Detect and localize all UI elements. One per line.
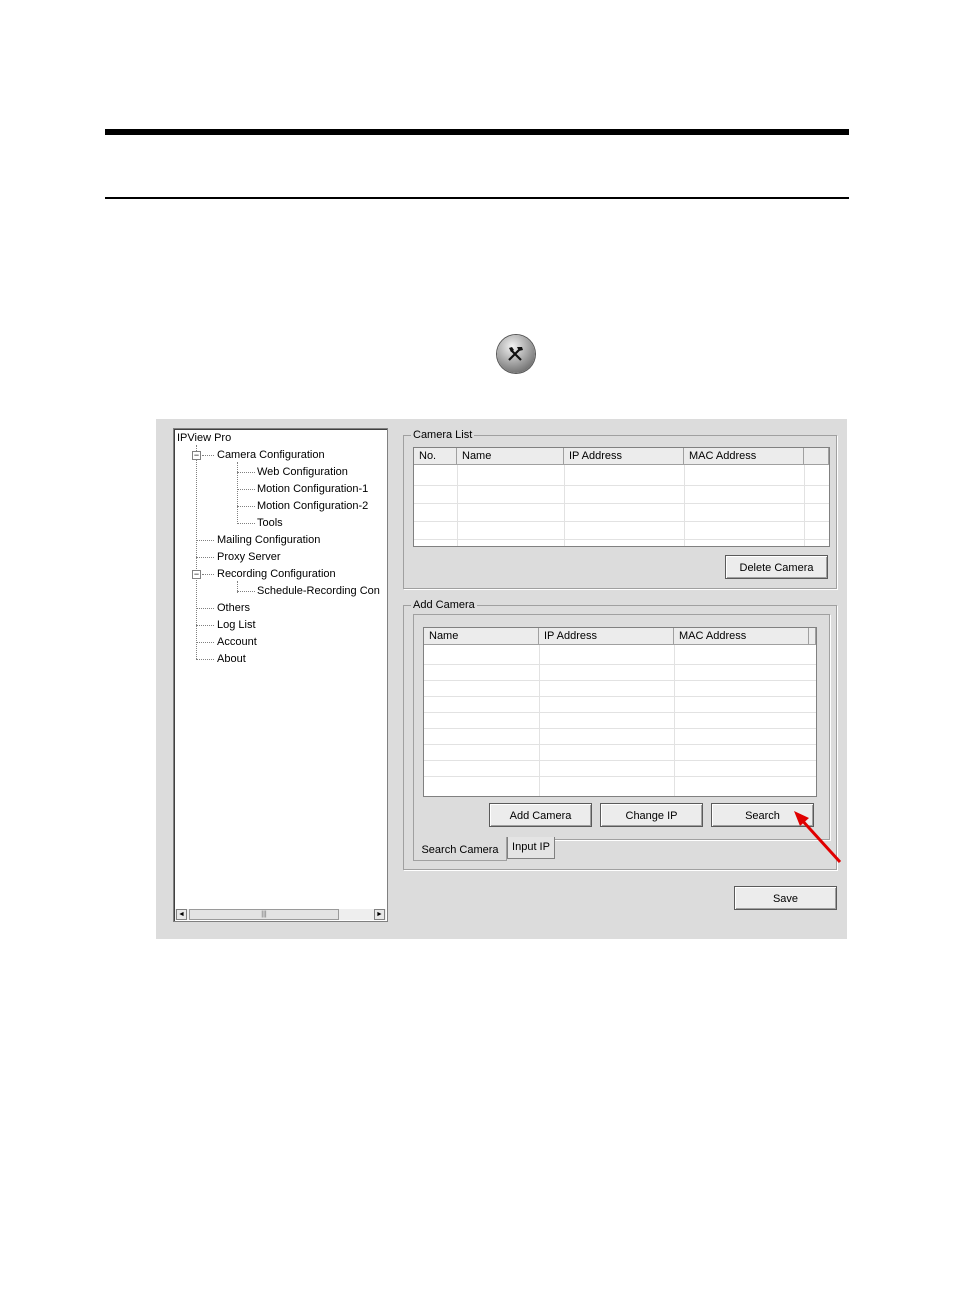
tree-connector (202, 455, 214, 456)
tree-connector (237, 523, 255, 524)
tree-connector (196, 625, 214, 626)
tree-item-log-list[interactable]: Log List (217, 619, 256, 632)
column-header-name[interactable]: Name (457, 448, 564, 465)
camera-list-table[interactable]: No. Name IP Address MAC Address (413, 447, 830, 547)
grid-line (424, 664, 816, 665)
tree-item-account[interactable]: Account (217, 636, 257, 649)
grid-line (424, 728, 816, 729)
column-header-mac-address[interactable]: MAC Address (674, 628, 809, 645)
grid-line (424, 744, 816, 745)
tree-connector (237, 472, 255, 473)
collapse-icon[interactable]: − (192, 570, 201, 579)
tree-item-about[interactable]: About (217, 653, 246, 666)
tab-search-camera[interactable]: Search Camera (413, 837, 507, 861)
collapse-icon[interactable]: − (192, 451, 201, 460)
tree-connector (196, 445, 197, 659)
tree-item-schedule-recording[interactable]: Schedule-Recording Con (257, 585, 380, 598)
grid-line (804, 465, 805, 546)
tree-item-mailing-configuration[interactable]: Mailing Configuration (217, 534, 320, 547)
grid-line (414, 521, 829, 522)
grid-line (424, 760, 816, 761)
camera-list-title: Camera List (411, 428, 475, 442)
grid-line (684, 465, 685, 546)
scroll-thumb[interactable]: ||| (189, 909, 339, 920)
grid-line (424, 696, 816, 697)
column-header-name[interactable]: Name (424, 628, 539, 645)
tools-icon (497, 335, 535, 373)
grid-line (564, 465, 565, 546)
tree-connector (237, 591, 255, 592)
tree-root[interactable]: IPView Pro (177, 432, 231, 445)
tree-connector (196, 540, 214, 541)
tree-item-web-configuration[interactable]: Web Configuration (257, 466, 348, 479)
scroll-left-icon[interactable]: ◄ (176, 909, 187, 920)
tree-item-recording-configuration[interactable]: Recording Configuration (217, 568, 336, 581)
grid-line (414, 485, 829, 486)
scroll-right-icon[interactable]: ► (374, 909, 385, 920)
delete-camera-button[interactable]: Delete Camera (725, 555, 828, 579)
tree-item-others[interactable]: Others (217, 602, 250, 615)
tree-item-camera-configuration[interactable]: Camera Configuration (217, 449, 325, 462)
tree-item-proxy-server[interactable]: Proxy Server (217, 551, 281, 564)
header-rule-thin (105, 197, 849, 199)
column-header-no[interactable]: No. (414, 448, 457, 465)
grid-line (424, 712, 816, 713)
column-header-mac-address[interactable]: MAC Address (684, 448, 804, 465)
column-header-blank (809, 628, 816, 645)
tree-connector (196, 608, 214, 609)
header-rule-thick (105, 129, 849, 135)
red-arrow-icon (794, 811, 842, 864)
grid-line (414, 539, 829, 540)
tree-connector (202, 574, 214, 575)
tree-item-tools[interactable]: Tools (257, 517, 283, 530)
grid-line (674, 645, 675, 796)
column-header-ip-address[interactable]: IP Address (564, 448, 684, 465)
tree-connector (196, 659, 214, 660)
change-ip-button[interactable]: Change IP (600, 803, 703, 827)
grid-line (424, 776, 816, 777)
tree-connector (196, 642, 214, 643)
grid-line (539, 645, 540, 796)
grid-line (414, 503, 829, 504)
tree-connector (237, 489, 255, 490)
add-camera-title: Add Camera (411, 598, 477, 612)
config-tree[interactable]: IPView Pro − Camera Configuration Web Co… (173, 428, 388, 922)
save-button[interactable]: Save (734, 886, 837, 910)
tab-input-ip[interactable]: Input IP (507, 837, 555, 859)
tree-connector (196, 557, 214, 558)
horizontal-scrollbar[interactable]: ◄ ||| ► (175, 909, 386, 920)
tree-connector (237, 506, 255, 507)
tree-item-motion-configuration-2[interactable]: Motion Configuration-2 (257, 500, 368, 513)
column-header-blank (804, 448, 829, 465)
column-header-ip-address[interactable]: IP Address (539, 628, 674, 645)
grid-line (424, 680, 816, 681)
found-cameras-table[interactable]: Name IP Address MAC Address (423, 627, 817, 797)
grid-line (457, 465, 458, 546)
add-camera-button[interactable]: Add Camera (489, 803, 592, 827)
tree-item-motion-configuration-1[interactable]: Motion Configuration-1 (257, 483, 368, 496)
